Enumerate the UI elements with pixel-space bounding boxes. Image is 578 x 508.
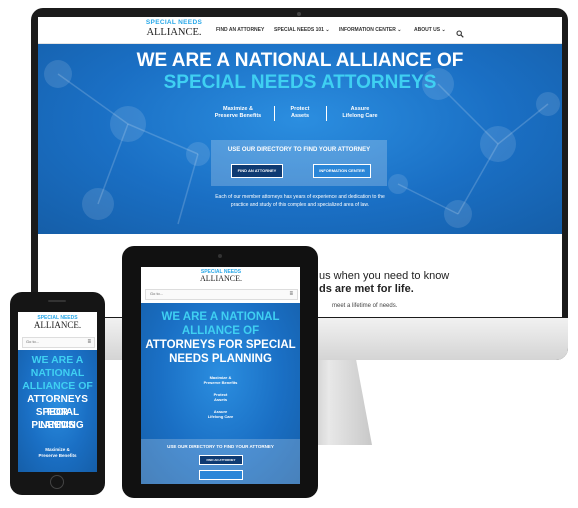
- tablet-hero-line4: NEEDS PLANNING: [169, 353, 272, 365]
- hero-description-line2: practice and study of this complex and s…: [230, 202, 370, 208]
- nav-find-attorney[interactable]: FIND AN ATTORNEY: [216, 27, 264, 33]
- desktop-header: SPECIAL NEEDS ALLIANCE. FIND AN ATTORNEY…: [38, 17, 562, 44]
- tablet-camera: [218, 254, 222, 258]
- below-hero-line2: ds are met for life.: [319, 283, 414, 295]
- goto-label: Go to...: [26, 339, 40, 344]
- phone-benefit-maximize-2: Preserve Benefits: [38, 453, 77, 458]
- nav-special-needs-101[interactable]: SPECIAL NEEDS 101 ⌄: [274, 27, 330, 33]
- benefit-divider: [274, 106, 275, 121]
- benefit-protect: Protect Assets: [278, 106, 322, 120]
- phone-home-button[interactable]: [50, 475, 64, 489]
- tablet-hero-line3: ATTORNEYS FOR SPECIAL: [145, 339, 296, 351]
- benefit-text: Assets: [290, 113, 310, 119]
- tablet-hero-line1: WE ARE A NATIONAL: [161, 311, 280, 323]
- nav-about-us[interactable]: ABOUT US ⌄: [414, 27, 446, 33]
- phone-speaker: [48, 300, 66, 302]
- directory-box: USE OUR DIRECTORY TO FIND YOUR ATTORNEY …: [211, 140, 387, 186]
- menu-icon[interactable]: ≡: [289, 291, 293, 297]
- phone-hero-line2: NATIONAL: [30, 367, 85, 379]
- tablet-hero-line2: ALLIANCE OF: [181, 325, 260, 337]
- tablet-second-button[interactable]: [199, 470, 243, 480]
- logo-line2: ALLIANCE.: [33, 320, 82, 330]
- desktop-logo[interactable]: SPECIAL NEEDS ALLIANCE.: [139, 19, 209, 38]
- tablet-find-attorney-button[interactable]: FIND AN ATTORNEY: [199, 455, 243, 465]
- phone-screen: SPECIAL NEEDS ALLIANCE. Go to... ≡ WE AR…: [18, 312, 97, 472]
- benefit-text: Preserve Benefits: [214, 113, 262, 119]
- benefit-divider: [326, 106, 327, 121]
- logo-line1: SPECIAL NEEDS: [145, 19, 203, 26]
- benefit-text: Lifelong Care: [342, 113, 378, 119]
- desktop-hero: WE ARE A NATIONAL ALLIANCE OF SPECIAL NE…: [38, 44, 562, 234]
- phone-goto-select[interactable]: Go to... ≡: [22, 337, 95, 348]
- tablet-goto-select[interactable]: Go to... ≡: [145, 289, 298, 300]
- search-icon[interactable]: [456, 25, 464, 38]
- hero-title-line2: SPECIAL NEEDS ATTORNEYS: [163, 72, 437, 93]
- goto-label: Go to...: [150, 291, 164, 296]
- hero-title-line1: WE ARE A NATIONAL ALLIANCE OF: [136, 50, 464, 71]
- tablet-benefit-assure-2: Lifelong Care: [207, 414, 234, 419]
- benefit-text: Protect: [290, 106, 310, 112]
- below-hero-line1: us when you need to know: [319, 270, 450, 282]
- camera-dot: [297, 12, 301, 16]
- find-attorney-button[interactable]: FIND AN ATTORNEY: [231, 164, 283, 178]
- benefit-maximize: Maximize & Preserve Benefits: [206, 106, 270, 120]
- tablet-screen: SPECIAL NEEDS ALLIANCE. Go to... ≡ WE AR…: [141, 267, 300, 484]
- benefit-assure: Assure Lifelong Care: [330, 106, 390, 120]
- tablet-directory-box: USE OUR DIRECTORY TO FIND YOUR ATTORNEY …: [141, 439, 300, 484]
- logo-line2: ALLIANCE.: [146, 27, 202, 38]
- phone-benefit-maximize: Maximize &: [45, 447, 70, 452]
- tablet-benefit-protect-2: Assets: [213, 397, 228, 402]
- information-center-button[interactable]: INFORMATION CENTER: [313, 164, 371, 178]
- tablet-logo[interactable]: SPECIAL NEEDS ALLIANCE.: [191, 269, 251, 283]
- phone-hero: WE ARE A NATIONAL ALLIANCE OF ATTORNEYS …: [18, 350, 97, 472]
- phone-hero-line1: WE ARE A: [31, 354, 84, 366]
- hero-description-line1: Each of our member attorneys has years o…: [215, 194, 385, 200]
- logo-line2: ALLIANCE.: [200, 274, 242, 283]
- phone-logo[interactable]: SPECIAL NEEDS ALLIANCE.: [18, 315, 97, 330]
- menu-icon[interactable]: ≡: [87, 339, 91, 345]
- tablet-directory-title: USE OUR DIRECTORY TO FIND YOUR ATTORNEY: [167, 444, 274, 449]
- benefit-text: Maximize &: [223, 106, 253, 112]
- below-hero-line3: meet a lifetime of needs.: [332, 303, 398, 309]
- benefit-text: Assure: [350, 106, 370, 112]
- nav-information-center[interactable]: INFORMATION CENTER ⌄: [339, 27, 401, 33]
- directory-title: USE OUR DIRECTORY TO FIND YOUR ATTORNEY: [227, 147, 371, 153]
- tablet-benefit-maximize-2: Preserve Benefits: [203, 380, 238, 385]
- tablet-hero: WE ARE A NATIONAL ALLIANCE OF ATTORNEYS …: [141, 303, 300, 484]
- phone-hero-line3: ALLIANCE OF: [22, 380, 93, 392]
- phone-hero-line6: PLANNING: [31, 420, 84, 431]
